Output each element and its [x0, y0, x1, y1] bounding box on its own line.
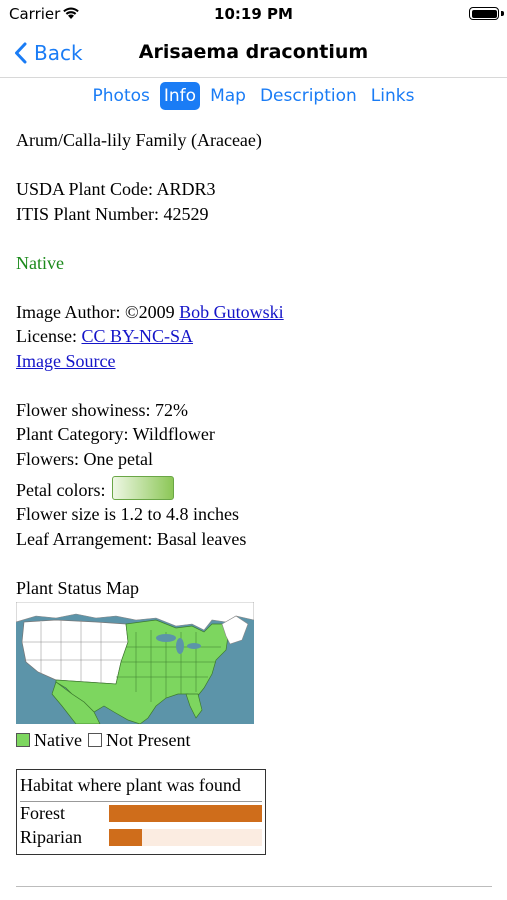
habitat-label: Forest — [20, 803, 65, 824]
habitat-bar-track — [108, 829, 262, 846]
legend-native-label: Native — [34, 730, 82, 750]
tab-bar: Photos Info Map Description Links — [0, 82, 507, 110]
clock: 10:19 PM — [214, 5, 293, 23]
family-text: Arum/Calla-lily Family (Araceae) — [16, 130, 262, 150]
habitat-label: Riparian — [20, 827, 82, 848]
plant-category-text: Plant Category: Wildflower — [16, 424, 215, 444]
tab-links[interactable]: Links — [367, 82, 419, 110]
page-title: Arisaema dracontium — [138, 41, 369, 63]
legend-not-present-label: Not Present — [105, 730, 191, 750]
habitat-title: Habitat where plant was found — [20, 773, 262, 802]
image-source-link[interactable]: Image Source — [16, 351, 115, 371]
tab-map[interactable]: Map — [206, 82, 250, 110]
plant-status-map[interactable] — [16, 602, 254, 724]
habitat-table: Habitat where plant was found Forest Rip… — [16, 768, 266, 855]
license-prefix: License: — [16, 326, 82, 346]
license-link[interactable]: CC BY-NC-SA — [81, 326, 193, 346]
image-author-line: Image Author: ©2009 Bob Gutowski — [16, 300, 496, 325]
license-line: License: CC BY-NC-SA — [16, 324, 496, 349]
leaf-arrangement-text: Leaf Arrangement: Basal leaves — [16, 528, 247, 549]
tab-photos[interactable]: Photos — [89, 82, 154, 110]
info-content: Arum/Calla-lily Family (Araceae) USDA Pl… — [16, 128, 496, 855]
battery-tip — [501, 11, 504, 16]
petal-color-swatch — [111, 476, 174, 500]
navigation-bar: Back Arisaema dracontium — [0, 28, 507, 78]
habitat-row: Forest — [20, 802, 262, 826]
flower-showiness-text: Flower showiness: 72% — [16, 399, 188, 420]
petal-colors-label: Petal colors: — [16, 480, 106, 500]
image-author-link[interactable]: Bob Gutowski — [179, 302, 284, 322]
petal-colors-line: Petal colors: — [16, 471, 496, 502]
habitat-bar-track — [108, 805, 262, 822]
map-legend: Native Not Present — [16, 728, 496, 753]
battery-icon — [469, 7, 499, 20]
legend-not-present-swatch — [87, 733, 102, 748]
tab-description[interactable]: Description — [256, 82, 361, 110]
legend-native-swatch — [16, 733, 30, 748]
status-bar: Carrier 10:19 PM — [0, 0, 507, 28]
flowers-text: Flowers: One petal — [16, 448, 153, 469]
image-author-prefix: Image Author: ©2009 — [16, 301, 180, 322]
habitat-bar — [108, 805, 262, 822]
habitat-bar — [108, 829, 143, 846]
itis-number-text: ITIS Plant Number: 42529 — [16, 203, 209, 224]
native-status-text: Native — [16, 252, 64, 273]
usda-code-text: USDA Plant Code: ARDR3 — [16, 179, 216, 199]
flower-size-text: Flower size is 1.2 to 4.8 inches — [16, 504, 239, 524]
image-source-line: Image Source — [16, 349, 496, 374]
map-title: Plant Status Map — [16, 577, 140, 598]
habitat-row: Riparian — [20, 826, 262, 850]
bottom-divider — [16, 886, 492, 887]
tab-info[interactable]: Info — [159, 82, 201, 110]
